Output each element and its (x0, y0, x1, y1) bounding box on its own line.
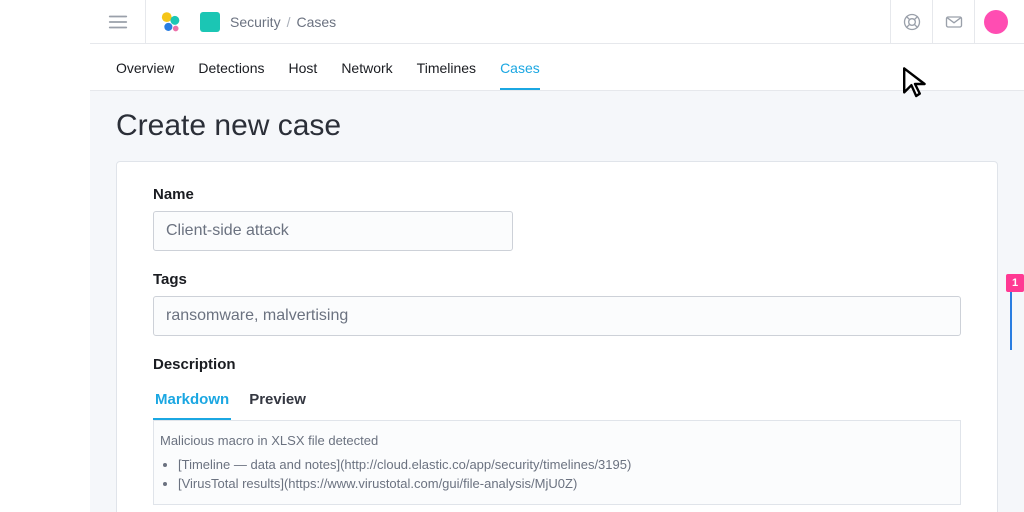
description-label: Description (153, 356, 961, 373)
elastic-logo[interactable] (146, 9, 194, 35)
name-field: Name (153, 186, 961, 251)
name-label: Name (153, 186, 961, 203)
breadcrumb: Security / Cases (230, 14, 336, 30)
description-tab-preview[interactable]: Preview (247, 381, 308, 420)
tab-host[interactable]: Host (289, 54, 318, 90)
tab-timelines[interactable]: Timelines (417, 54, 476, 90)
breadcrumb-root[interactable]: Security (230, 14, 281, 30)
description-bullet: [VirusTotal results](https://www.virusto… (178, 474, 954, 494)
description-bullet: [Timeline — data and notes](http://cloud… (178, 455, 954, 475)
tab-detections[interactable]: Detections (198, 54, 264, 90)
tags-input[interactable] (153, 296, 961, 336)
tab-network[interactable]: Network (341, 54, 392, 90)
description-field: Description Markdown Preview Malicious m… (153, 356, 961, 505)
page-title: Create new case (116, 109, 998, 143)
description-tab-markdown[interactable]: Markdown (153, 381, 231, 420)
name-input[interactable] (153, 211, 513, 251)
lifebuoy-icon (902, 12, 922, 32)
logo-icon (157, 9, 183, 35)
newsfeed-button[interactable] (932, 0, 974, 44)
tab-overview[interactable]: Overview (116, 54, 174, 90)
cursor-pointer-icon (900, 66, 930, 107)
top-header: Security / Cases (90, 0, 1024, 44)
create-case-form: Name Tags Description Markdown Preview M… (116, 161, 998, 512)
tags-field: Tags (153, 271, 961, 336)
menu-toggle-button[interactable] (90, 0, 146, 43)
main-content: Create new case Name Tags Description Ma… (90, 91, 1024, 512)
mail-icon (944, 12, 964, 32)
description-line: Malicious macro in XLSX file detected (160, 431, 954, 451)
tab-cases[interactable]: Cases (500, 54, 540, 90)
hamburger-icon (107, 11, 129, 33)
tags-label: Tags (153, 271, 961, 288)
timeline-flyout-badge[interactable]: 1 (1006, 274, 1024, 292)
description-textarea[interactable]: Malicious macro in XLSX file detected [T… (153, 421, 961, 505)
user-menu-button[interactable] (974, 0, 1016, 44)
breadcrumb-separator: / (287, 14, 291, 30)
space-selector[interactable] (200, 12, 220, 32)
help-button[interactable] (890, 0, 932, 44)
security-nav-tabs: Overview Detections Host Network Timelin… (90, 44, 1024, 91)
timeline-flyout-handle[interactable] (1010, 284, 1024, 350)
breadcrumb-current: Cases (296, 14, 336, 30)
description-editor-tabs: Markdown Preview (153, 381, 961, 421)
avatar (984, 10, 1008, 34)
